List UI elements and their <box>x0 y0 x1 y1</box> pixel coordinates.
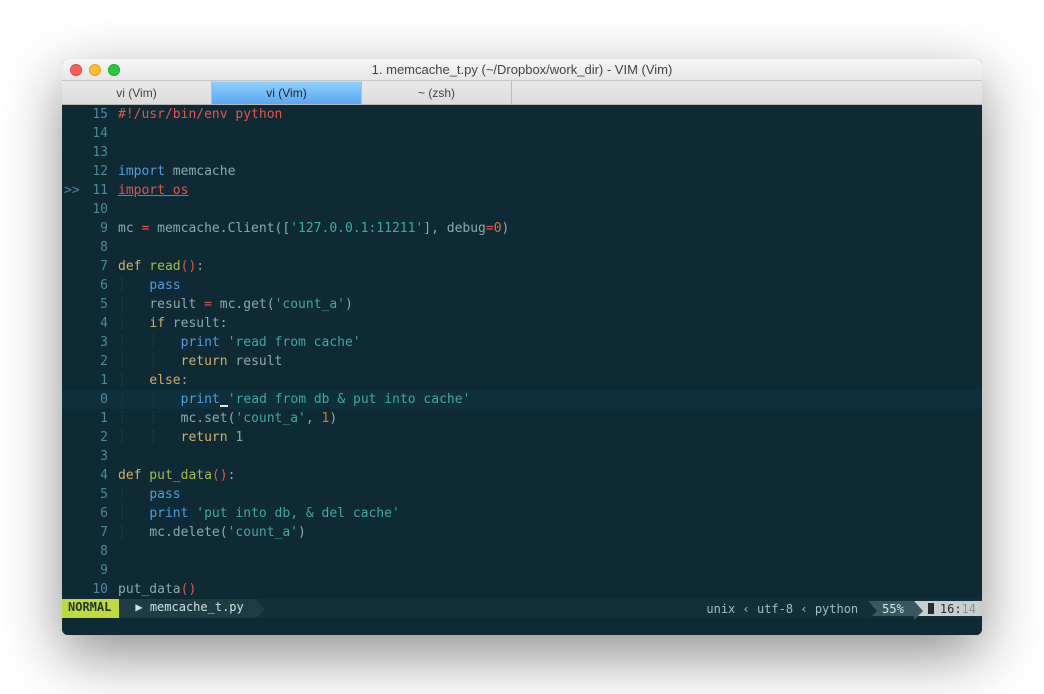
line-number: 4 <box>84 314 116 333</box>
close-icon[interactable] <box>70 64 82 76</box>
tab-bar: vi (Vim) vi (Vim) ~ (zsh) <box>62 81 982 105</box>
line-number: 5 <box>84 485 116 504</box>
line-number: 6 <box>84 276 116 295</box>
line-number: 7 <box>84 523 116 542</box>
tab-vi-1[interactable]: vi (Vim) <box>62 81 212 104</box>
status-bar: NORMAL ▶ memcache_t.py unix ‹ utf-8 ‹ py… <box>62 599 982 618</box>
filename-indicator: ▶ memcache_t.py <box>119 599 255 618</box>
line-number: 5 <box>84 295 116 314</box>
line-number: 3 <box>84 333 116 352</box>
line-number: 6 <box>84 504 116 523</box>
line-number: 13 <box>84 143 116 162</box>
mode-indicator: NORMAL <box>62 599 119 618</box>
cursor <box>220 405 228 407</box>
line-number: 15 <box>84 105 116 124</box>
line-number: 2 <box>84 428 116 447</box>
line-number: 8 <box>84 542 116 561</box>
line-number: 0 <box>84 390 116 409</box>
traffic-lights <box>70 64 120 76</box>
line-number: 8 <box>84 238 116 257</box>
line-number: 4 <box>84 466 116 485</box>
line-number: 10 <box>84 580 116 599</box>
line-number: 7 <box>84 257 116 276</box>
line-number: 9 <box>84 219 116 238</box>
line-number: 2 <box>84 352 116 371</box>
editor-area[interactable]: 15#!/usr/bin/env python 14 13 12import m… <box>62 105 982 599</box>
maximize-icon[interactable] <box>108 64 120 76</box>
cursor-position: 16:14 <box>914 601 982 616</box>
titlebar[interactable]: 1. memcache_t.py (~/Dropbox/work_dir) - … <box>62 59 982 81</box>
line-number: 12 <box>84 162 116 181</box>
scroll-percent: 55% <box>868 601 914 616</box>
tab-vi-2[interactable]: vi (Vim) <box>212 81 362 104</box>
line-number: 11 <box>84 181 116 200</box>
command-line[interactable] <box>62 618 982 635</box>
current-line: 0┊ ┊ print'read from db & put into cache… <box>62 390 982 409</box>
line-number: 9 <box>84 561 116 580</box>
tab-zsh[interactable]: ~ (zsh) <box>362 81 512 104</box>
line-number: 14 <box>84 124 116 143</box>
line-number: 1 <box>84 409 116 428</box>
line-number: 1 <box>84 371 116 390</box>
window-title: 1. memcache_t.py (~/Dropbox/work_dir) - … <box>62 62 982 77</box>
paste-icon <box>928 603 934 614</box>
minimize-icon[interactable] <box>89 64 101 76</box>
error-marker: >> <box>62 181 84 200</box>
line-number: 3 <box>84 447 116 466</box>
terminal-window: 1. memcache_t.py (~/Dropbox/work_dir) - … <box>62 59 982 635</box>
file-info: unix ‹ utf-8 ‹ python <box>696 601 868 616</box>
line-number: 10 <box>84 200 116 219</box>
